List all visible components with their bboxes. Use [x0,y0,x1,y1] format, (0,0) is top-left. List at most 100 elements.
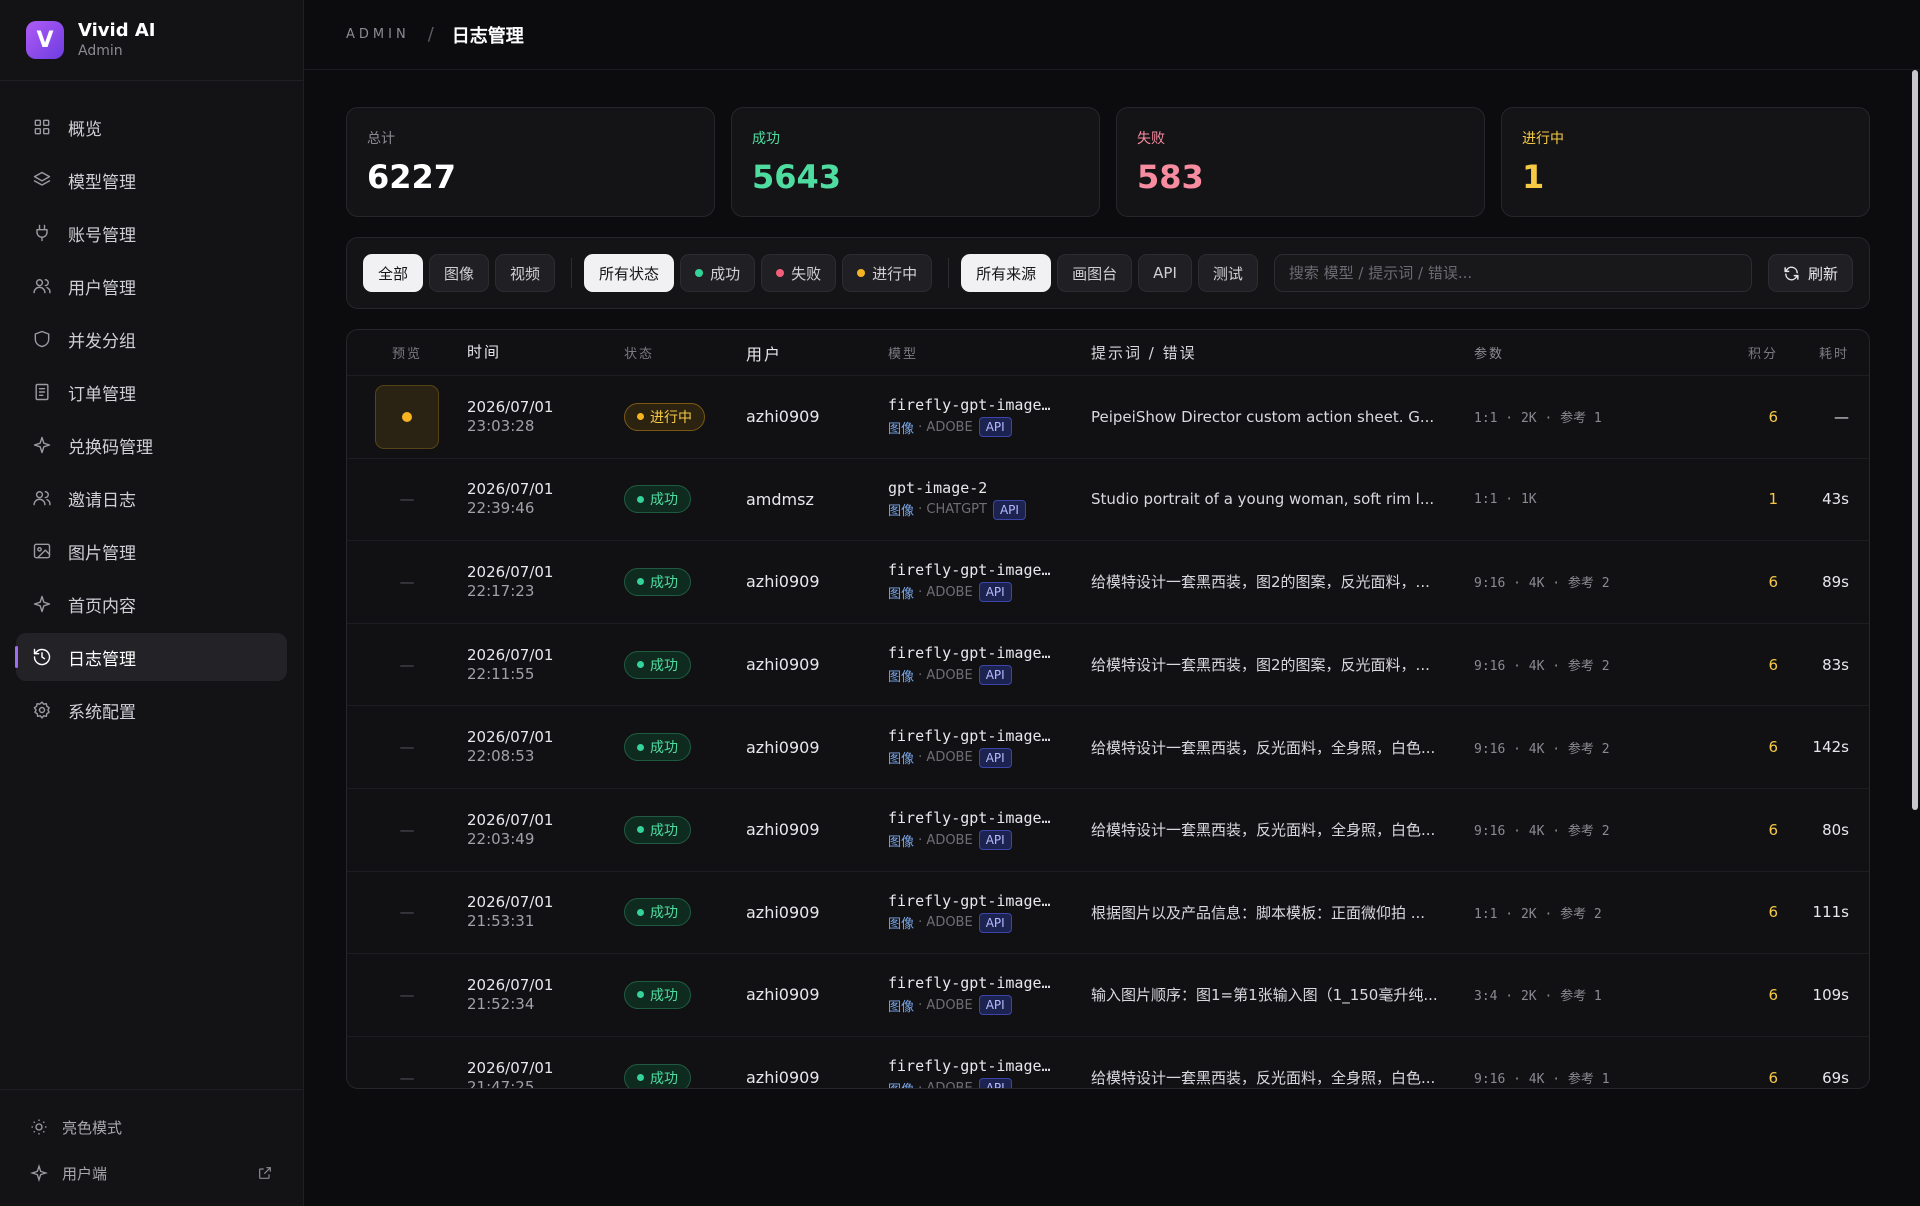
row-date: 2026/07/01 [467,397,554,416]
status-dot-icon [637,743,644,751]
status-badge: 成功 [624,485,691,514]
filter-type-chip[interactable]: 视频 [495,254,556,292]
row-user: azhi0909 [746,985,820,1005]
filter-source-chip[interactable]: API [1138,254,1192,292]
stat-value: 5643 [752,158,842,196]
stat-label: 进行中 [1522,131,1564,147]
row-date: 2026/07/01 [467,480,554,499]
table-row[interactable]: 2026/07/01 23:03:28 进行中 azhi0909 firefly-gpt… [347,376,1869,459]
status-dot-icon [637,413,644,421]
external-link-icon [259,1167,271,1179]
filter-type-chip[interactable]: 全部 [363,254,424,292]
sidebar-item-label: 兑换码管理 [68,437,153,458]
sparkle-icon [33,595,51,613]
status-dot-icon [637,495,644,503]
theme-toggle[interactable]: 亮色模式 [0,1104,303,1150]
row-model: firefly-gpt-image… [888,809,1051,828]
sidebar-item-6[interactable]: 兑换码管理 [16,421,287,469]
breadcrumb-root[interactable]: ADMIN [346,27,410,42]
table-row[interactable]: — 2026/07/01 22:03:49 成功 azhi0909 firefly-gpt… [347,789,1869,872]
table-row[interactable]: — 2026/07/01 22:39:46 成功 amdmsz gpt-image-2 图像… [347,459,1869,542]
row-model-type: 图像 [888,1079,914,1088]
sidebar-item-label: 概览 [68,119,102,140]
row-user: azhi0909 [746,1068,820,1088]
brand-subtitle: Admin [78,43,123,59]
filter-status-chip[interactable]: 所有状态 [584,254,675,292]
shield-icon [34,330,50,348]
sidebar-item-2[interactable]: 账号管理 [16,209,287,257]
source-tag: API [992,499,1026,520]
row-clock: 22:17:23 [467,581,535,600]
table-row[interactable]: — 2026/07/01 21:53:31 成功 azhi0909 firefly-gpt… [347,872,1869,955]
row-model-type: 图像 [888,504,915,520]
filter-status-chip[interactable]: 失败 [761,254,837,292]
sidebar-item-5[interactable]: 订单管理 [16,368,287,416]
client-link[interactable]: 用户端 [0,1150,303,1196]
row-clock: 22:03:49 [467,829,535,848]
sidebar-item-label: 首页内容 [68,596,136,617]
status-text: 进行中 [650,409,692,426]
sidebar-item-10[interactable]: 日志管理 [15,633,287,681]
grid-icon [34,119,50,135]
row-params: 9:16 · 4K · 参考 2 [1474,741,1610,757]
sidebar-item-11[interactable]: 系统配置 [16,686,287,734]
pending-thumbnail[interactable] [375,384,439,449]
table-row[interactable]: — 2026/07/01 22:11:55 成功 azhi0909 firefly-gpt… [347,624,1869,707]
scrollbar-thumb[interactable] [1912,70,1918,810]
sidebar-item-4[interactable]: 并发分组 [16,315,287,363]
row-points: 6 [1768,820,1778,839]
sidebar-item-7[interactable]: 邀请日志 [16,474,287,522]
table-row[interactable]: — 2026/07/01 21:52:34 成功 azhi0909 firefly-gpt… [347,954,1869,1037]
row-prompt: Studio portrait of a young woman, soft r… [1091,490,1435,509]
row-points: 1 [1768,490,1778,509]
row-provider: · ADOBE [918,419,973,435]
row-points: 6 [1768,572,1778,591]
divider [571,258,573,288]
status-text: 成功 [650,822,678,839]
row-user: azhi0909 [746,407,820,427]
row-date: 2026/07/01 [467,728,554,747]
status-dot-icon [857,269,866,277]
filter-status-chip[interactable]: 进行中 [842,254,933,292]
filter-status-chip[interactable]: 成功 [680,254,756,292]
row-date: 2026/07/01 [467,562,554,581]
stat-card: 进行中 1 [1501,107,1870,217]
brand[interactable]: V Vivid AI Admin [0,0,303,81]
status-text: 成功 [650,987,678,1004]
filter-source-chip[interactable]: 测试 [1197,254,1258,292]
row-model: firefly-gpt-image… [888,1057,1051,1076]
preview-empty: — [399,985,415,1004]
table-row[interactable]: — 2026/07/01 22:08:53 成功 azhi0909 firefly-gpt… [347,706,1869,789]
source-tag: API [978,1078,1012,1088]
sidebar-item-label: 邀请日志 [68,490,136,511]
sidebar-item-label: 用户管理 [68,278,136,299]
filter-source-chip[interactable]: 画图台 [1057,254,1133,292]
brand-name: Vivid AI [78,20,156,41]
row-model: firefly-gpt-image… [888,561,1051,580]
row-clock: 23:03:28 [467,416,535,435]
search-input[interactable] [1273,254,1752,292]
sidebar-item-9[interactable]: 首页内容 [16,580,287,628]
status-badge: 成功 [624,650,691,679]
row-model-type: 图像 [888,669,915,685]
table-row[interactable]: — 2026/07/01 21:47:25 成功 azhi0909 firefly-gpt… [347,1037,1869,1088]
row-params: 1:1 · 1K [1474,491,1537,507]
sidebar-item-8[interactable]: 图片管理 [16,527,287,575]
sidebar-item-1[interactable]: 模型管理 [16,156,287,204]
status-dot-icon [637,991,644,999]
filter-type-chip[interactable]: 图像 [429,254,490,292]
filter-source-chip[interactable]: 所有来源 [961,254,1052,292]
sidebar-item-0[interactable]: 概览 [16,103,287,151]
page-scrollbar[interactable] [1910,70,1920,1206]
sun-icon [31,1119,47,1135]
sidebar-item-3[interactable]: 用户管理 [16,262,287,310]
refresh-icon [1784,266,1799,280]
refresh-button[interactable]: 刷新 [1767,254,1853,292]
row-model: firefly-gpt-image… [888,891,1051,910]
row-model: firefly-gpt-image… [888,974,1051,993]
table-row[interactable]: — 2026/07/01 22:17:23 成功 azhi0909 firefly-gpt… [347,541,1869,624]
refresh-label: 刷新 [1807,264,1838,283]
source-tag: API [978,582,1012,603]
row-duration: 111s [1812,903,1849,922]
preview-empty: — [399,1068,415,1087]
